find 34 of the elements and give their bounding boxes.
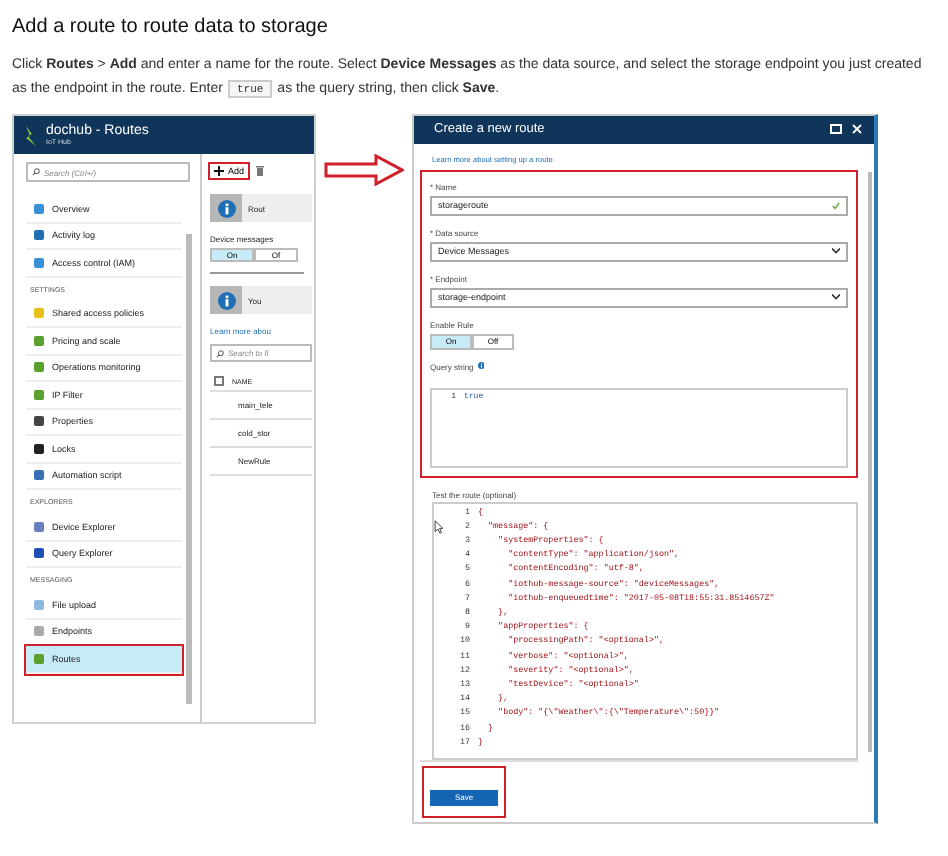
arrow-drawing (324, 154, 404, 186)
square-icon (34, 389, 44, 400)
square-icon (34, 626, 44, 637)
plus-icon (214, 166, 224, 176)
scrollbar[interactable] (186, 234, 192, 704)
square-icon (34, 308, 44, 319)
message-editor[interactable] (432, 501, 858, 760)
square-icon (34, 257, 44, 268)
square-icon (34, 470, 44, 481)
maximize-icon[interactable] (830, 124, 842, 135)
scrollbar[interactable] (868, 172, 872, 752)
square-icon (34, 416, 44, 427)
search-icon (32, 168, 40, 176)
square-icon (34, 203, 44, 214)
square-icon (34, 230, 44, 241)
info-icon (217, 291, 235, 309)
heading: Add a route to route data to storage (12, 16, 330, 38)
square-icon (34, 548, 44, 559)
chevron-down-icon[interactable] (832, 294, 840, 301)
close-icon[interactable] (852, 124, 862, 135)
square-icon (34, 653, 44, 664)
square-icon (34, 335, 44, 346)
cursor-icon (434, 519, 444, 534)
info-icon (477, 362, 485, 370)
checkbox[interactable] (214, 376, 224, 386)
info-icon (217, 199, 235, 217)
trash-icon[interactable] (256, 166, 265, 176)
square-icon (34, 599, 44, 610)
bolt-icon (24, 125, 38, 145)
chevron-down-icon[interactable] (832, 248, 840, 255)
square-icon (34, 362, 44, 373)
square-icon (34, 521, 44, 532)
square-icon (34, 443, 44, 454)
search-icon (216, 349, 224, 357)
